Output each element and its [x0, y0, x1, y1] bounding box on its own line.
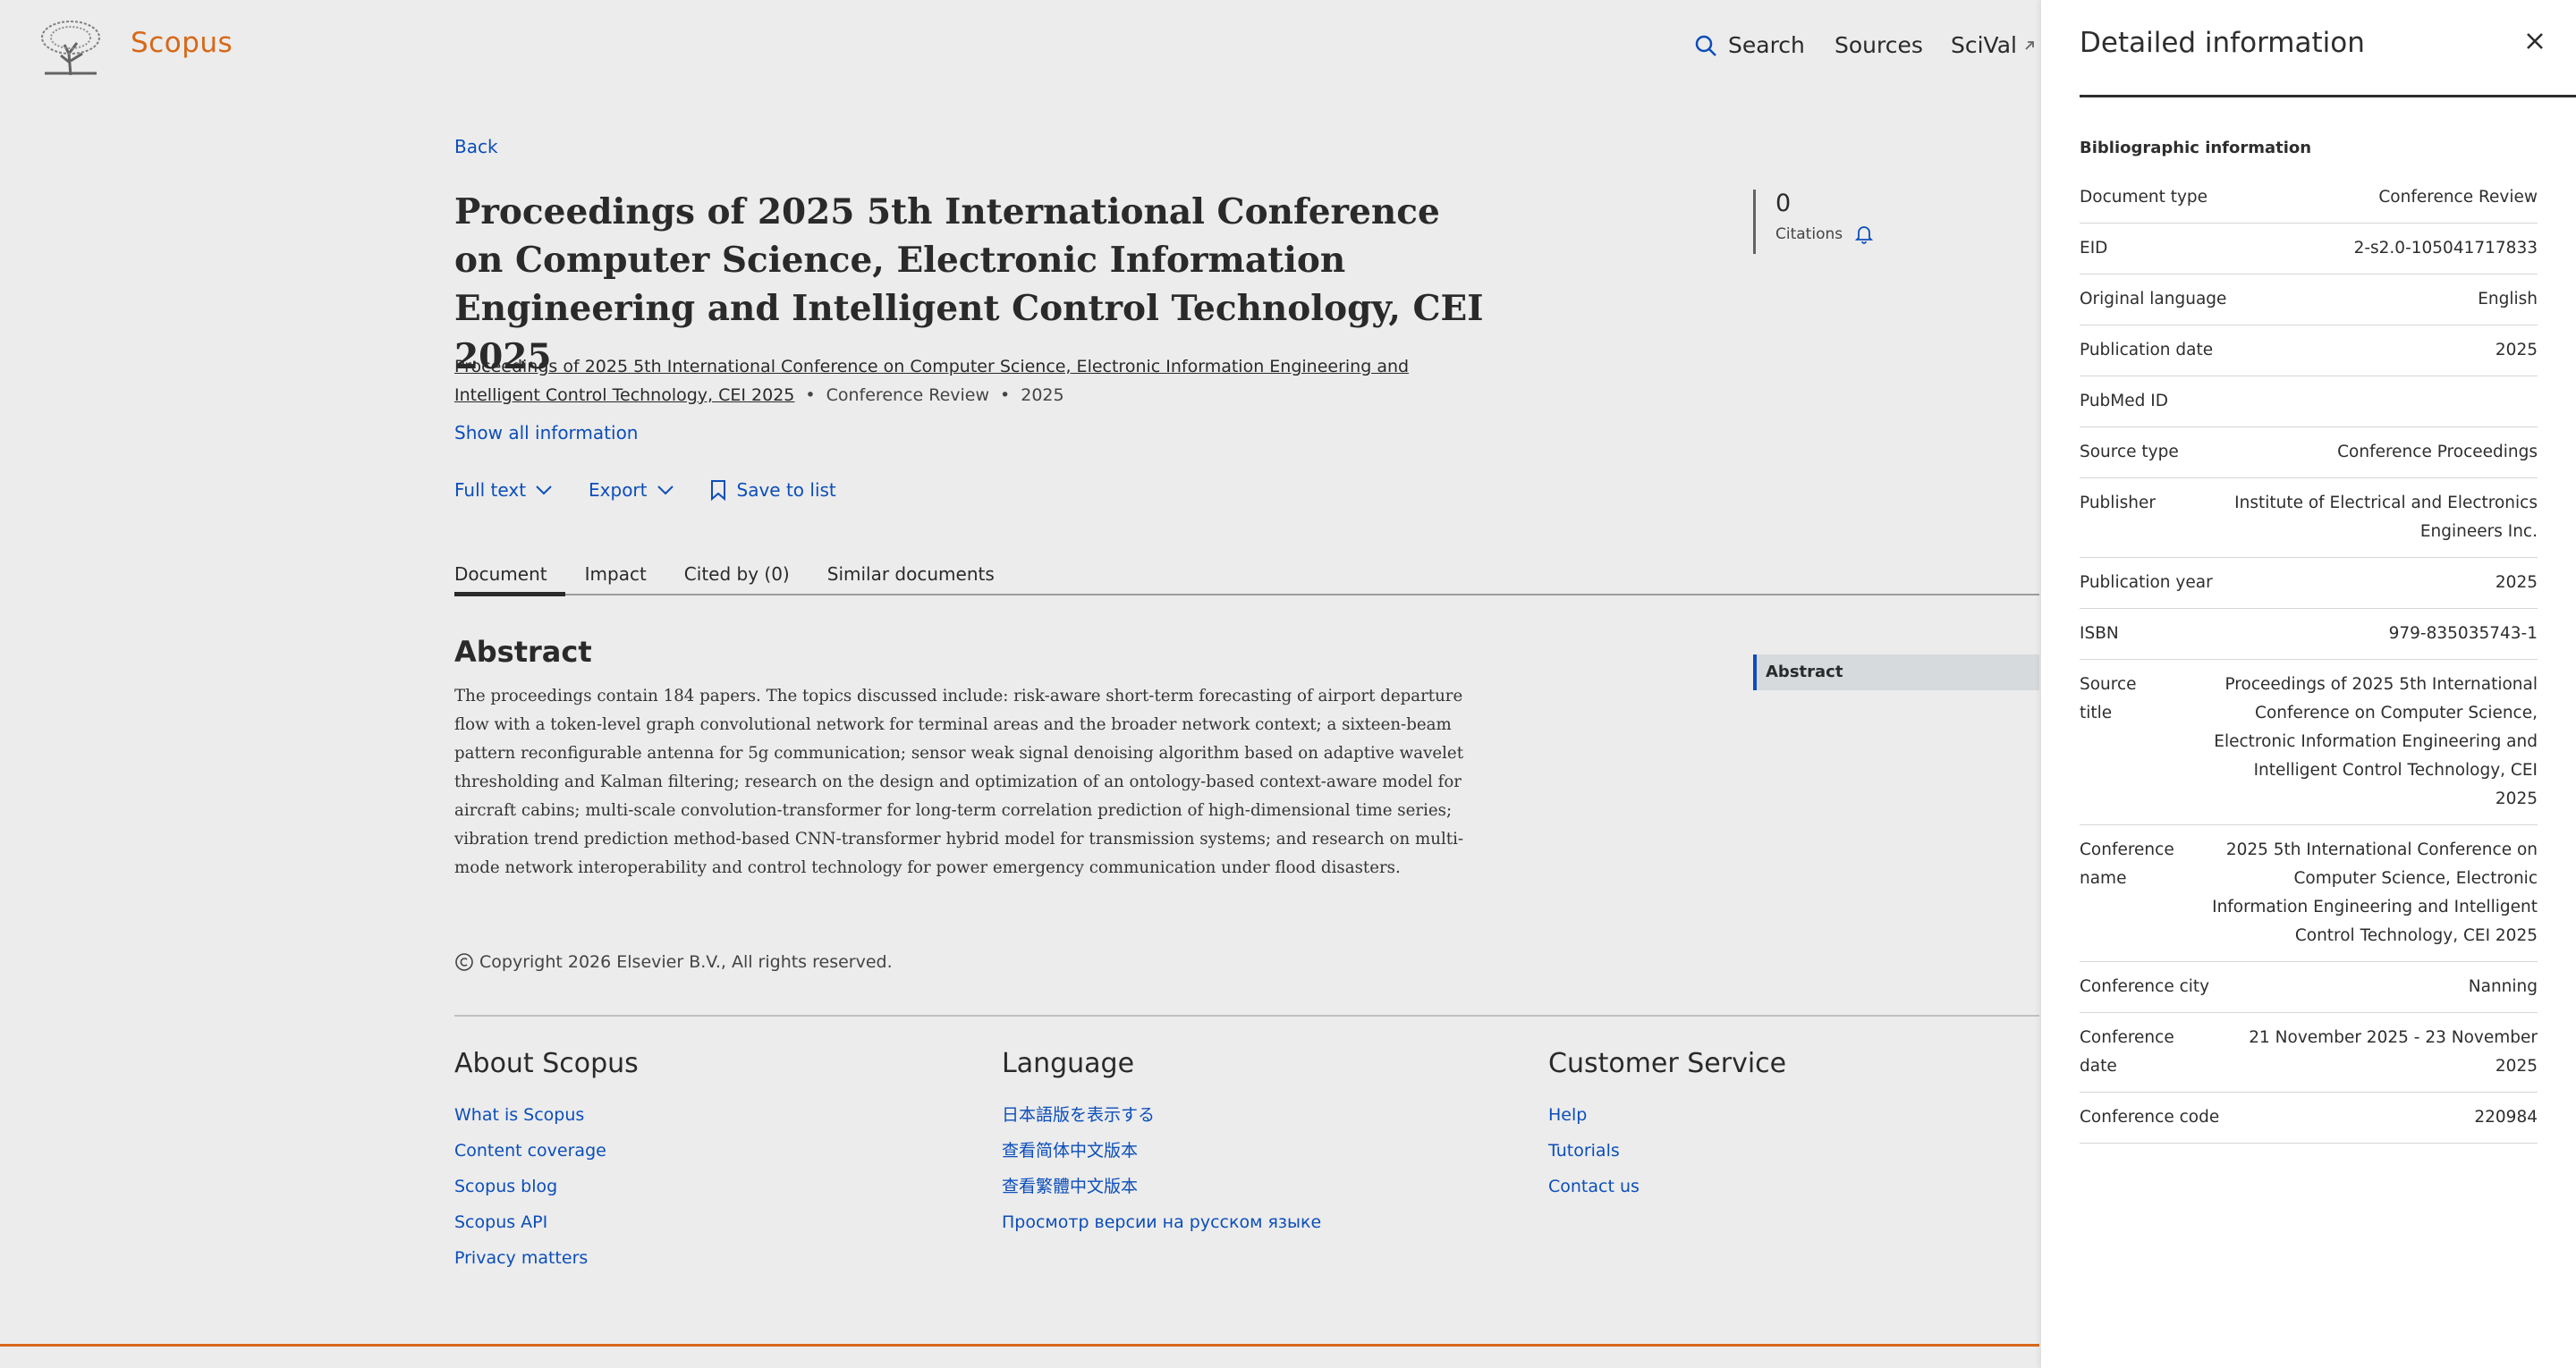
row-value: Proceedings of 2025 5th International Co…	[2214, 675, 2538, 808]
row-value: 2025	[2495, 341, 2538, 359]
row-label: Original language	[2080, 290, 2227, 308]
row-label: Publisher	[2080, 494, 2156, 512]
row-value: 2025 5th International Conference on Com…	[2212, 840, 2538, 945]
row-value: Conference Proceedings	[2337, 443, 2538, 461]
table-row: PubMed ID	[2080, 376, 2538, 427]
row-label: Publication date	[2080, 341, 2214, 359]
detailed-information-panel: Detailed information Bibliographic infor…	[2041, 0, 2576, 1368]
row-label: Conference date	[2080, 1028, 2174, 1076]
row-label: Conference code	[2080, 1108, 2220, 1127]
row-label: Conference city	[2080, 977, 2210, 996]
table-row: Publisher Institute of Electrical and Ele…	[2080, 478, 2538, 558]
row-value: 979-835035743-1	[2388, 624, 2538, 643]
row-label: Publication year	[2080, 573, 2213, 592]
row-label: Source type	[2080, 443, 2179, 461]
row-value: English	[2478, 290, 2538, 308]
row-label: EID	[2080, 239, 2108, 258]
table-row: Source title Proceedings of 2025 5th Inte…	[2080, 660, 2538, 825]
panel-title-rule	[2080, 95, 2576, 97]
row-label: ISBN	[2080, 624, 2119, 643]
row-label: Source title	[2080, 675, 2137, 722]
table-row: Conference date 21 November 2025 - 23 Nov…	[2080, 1013, 2538, 1093]
table-row: Publication date 2025	[2080, 325, 2538, 376]
table-row: Conference name 2025 5th International Co…	[2080, 825, 2538, 962]
table-row: EID 2-s2.0-105041717833	[2080, 224, 2538, 274]
close-icon[interactable]	[2522, 29, 2547, 54]
bibliographic-table: Document type Conference Review EID 2-s2.0…	[2080, 173, 2538, 1144]
table-row: Original language English	[2080, 274, 2538, 325]
row-value: Institute of Electrical and Electronics …	[2234, 494, 2538, 541]
table-row: Document type Conference Review	[2080, 173, 2538, 224]
table-row: Publication year 2025	[2080, 558, 2538, 609]
table-row: ISBN 979-835035743-1	[2080, 609, 2538, 660]
table-row: Conference code 220984	[2080, 1093, 2538, 1144]
row-value: Conference Review	[2378, 188, 2538, 207]
row-value: 220984	[2474, 1108, 2538, 1127]
row-value: 21 November 2025 - 23 November 2025	[2249, 1028, 2538, 1076]
table-row: Source type Conference Proceedings	[2080, 427, 2538, 478]
row-value: 2-s2.0-105041717833	[2353, 239, 2538, 258]
row-value: 2025	[2495, 573, 2538, 592]
row-value: Nanning	[2468, 977, 2538, 996]
panel-title: Detailed information	[2080, 27, 2365, 59]
row-label: Conference name	[2080, 840, 2174, 888]
row-label: PubMed ID	[2080, 392, 2168, 410]
table-row: Conference city Nanning	[2080, 962, 2538, 1013]
row-label: Document type	[2080, 188, 2208, 207]
bibliographic-heading: Bibliographic information	[2080, 139, 2312, 157]
